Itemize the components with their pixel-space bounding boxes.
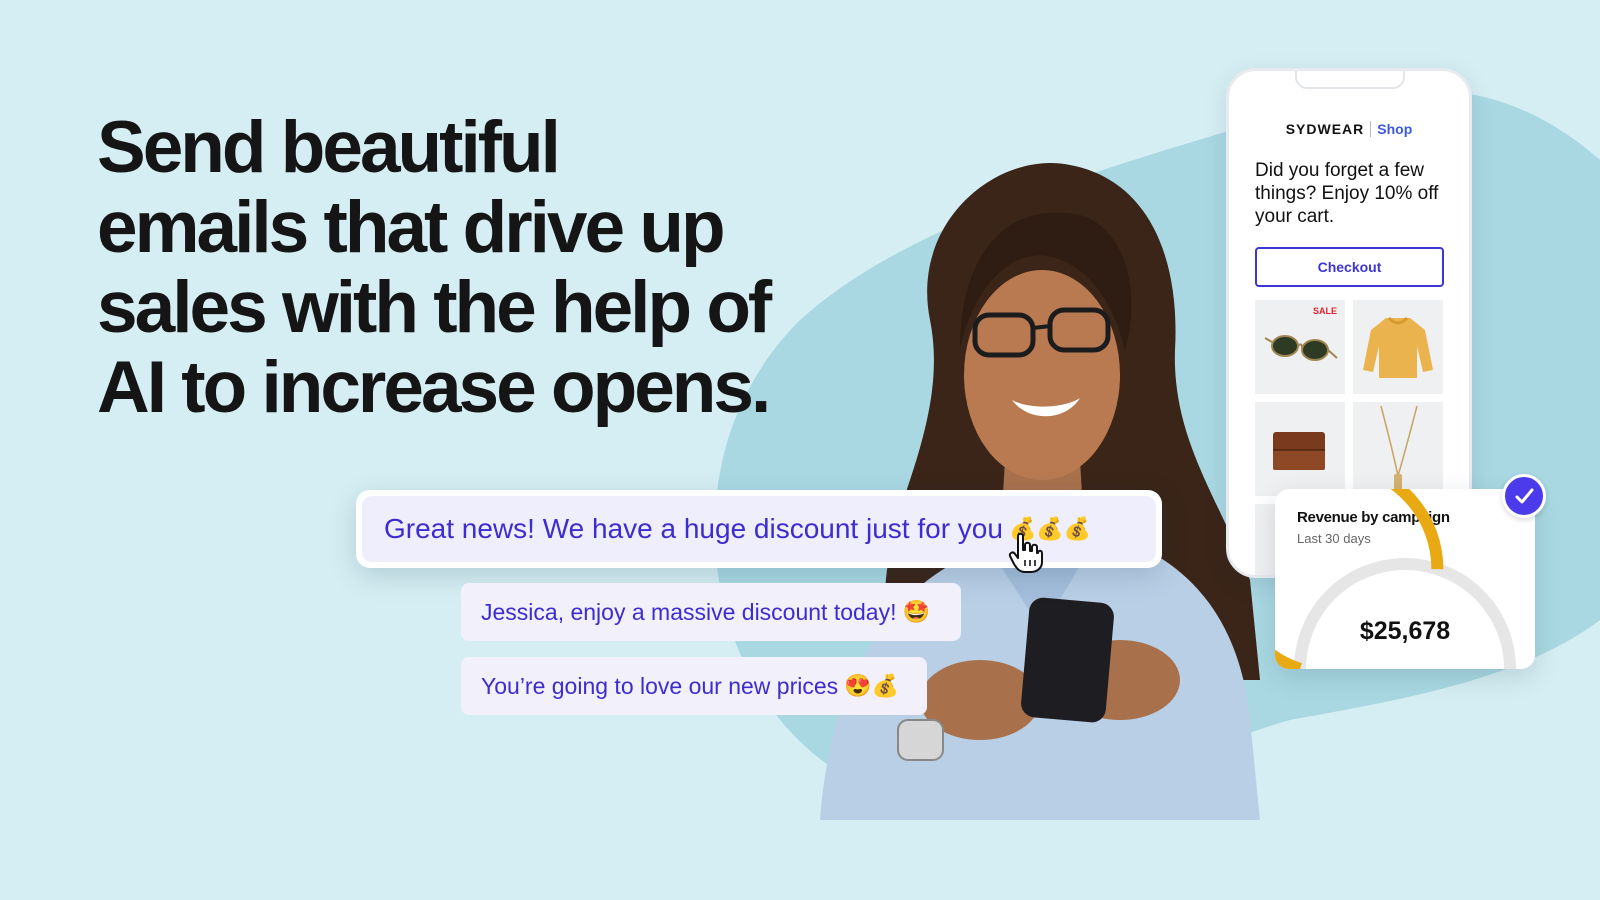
- hero-headline: Send beautiful emails that drive up sale…: [97, 108, 857, 428]
- sweater-icon: [1363, 316, 1433, 378]
- revenue-by-campaign-card: Revenue by campaign Last 30 days $25,678: [1275, 489, 1535, 669]
- checkout-button[interactable]: Checkout: [1255, 247, 1444, 287]
- product-tile-sweater[interactable]: [1353, 300, 1443, 394]
- email-brand-header: SYDWEAR Shop: [1229, 121, 1469, 137]
- brand-name: SYDWEAR: [1286, 121, 1372, 137]
- hand-pointer-cursor-icon: [1008, 532, 1043, 573]
- heart-eyes-emoji: 😍💰: [844, 673, 899, 698]
- suggestion-text: You’re going to love our new prices: [481, 672, 839, 699]
- checkmark-icon: [1502, 474, 1546, 518]
- subject-line-suggestion[interactable]: You’re going to love our new prices 😍💰: [461, 657, 927, 715]
- revenue-value: $25,678: [1359, 617, 1451, 645]
- headline-line: emails that drive up: [97, 187, 726, 268]
- shop-link[interactable]: Shop: [1371, 121, 1412, 137]
- sunglasses-icon: [1264, 335, 1338, 361]
- product-tile-wallet[interactable]: [1255, 402, 1345, 496]
- product-tile-necklace[interactable]: [1353, 402, 1443, 496]
- necklace-icon: [1380, 405, 1418, 490]
- product-tile-sunglasses[interactable]: SALE: [1255, 300, 1345, 394]
- star-struck-emoji: 🤩: [902, 599, 930, 624]
- email-message: Did you forget a few things? Enjoy 10% o…: [1255, 160, 1439, 227]
- headline-line: AI to increase opens.: [97, 347, 771, 428]
- phone-notch: [1295, 71, 1405, 89]
- subject-line-suggestion[interactable]: Jessica, enjoy a massive discount today!…: [461, 583, 961, 641]
- suggestion-text: Jessica, enjoy a massive discount today!: [481, 598, 897, 625]
- suggestion-text: Great news! We have a huge discount just…: [384, 513, 1003, 544]
- wallet-icon: [1273, 432, 1325, 470]
- headline-line: sales with the help of: [97, 267, 772, 348]
- headline-line: Send beautiful: [97, 107, 561, 188]
